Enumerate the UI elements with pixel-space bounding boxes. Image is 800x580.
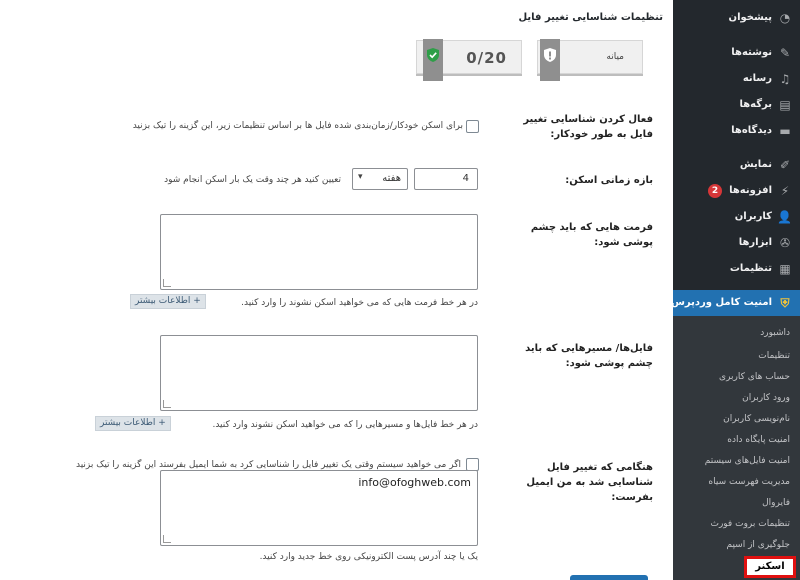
- main-content: تنظیمات شناسایی تغییر فایل 0/20 میانه فع…: [0, 0, 673, 580]
- sidebar-item-media[interactable]: ♫ رسانه: [673, 66, 800, 92]
- ignored-paths-more-button[interactable]: + اطلاعات بیشتر: [95, 416, 171, 431]
- sidebar-item-pages[interactable]: ▤ برگه‌ها: [673, 92, 800, 118]
- plugin-update-count-badge: 2: [708, 184, 722, 198]
- sidebar-item-label: افزونه‌ها: [729, 185, 772, 196]
- email-help: یک یا چند آدرس پست الکترونیکی روی خط جدی…: [259, 552, 478, 562]
- resize-grip-icon[interactable]: [163, 279, 171, 287]
- submenu-item-firewall[interactable]: فایروال: [762, 498, 790, 508]
- ignored-formats-label: فرمت هایی که باید چشم پوشی شود:: [530, 222, 653, 248]
- ignored-formats-textarea[interactable]: [160, 214, 478, 290]
- users-icon: 👤: [777, 210, 792, 224]
- sidebar-item-label: دیدگاه‌ها: [731, 125, 772, 136]
- submenu-item-database[interactable]: امنیت پایگاه داده: [727, 435, 790, 445]
- email-notify-text: اگر می خواهید سیستم وقتی یک تغییر فایل ر…: [75, 460, 461, 470]
- admin-sidebar: ◔ پیشخوان ✎ نوشته‌ها ♫ رسانه ▤ برگه‌ها ▬…: [666, 0, 800, 580]
- sidebar-item-dashboard[interactable]: ◔ پیشخوان: [673, 5, 800, 31]
- submenu-item-dashboard[interactable]: داشبورد: [760, 328, 790, 338]
- resize-grip-icon[interactable]: [163, 535, 171, 543]
- ignored-paths-label: فایل‌ها/ مسیرهایی که باید چشم پوشی شود:: [525, 343, 653, 369]
- sidebar-item-label: رسانه: [742, 73, 772, 84]
- auto-scan-checkbox[interactable]: [466, 120, 479, 133]
- shield-icon: ⛨: [780, 296, 790, 310]
- submenu-item-settings[interactable]: تنظیمات: [758, 351, 790, 361]
- sidebar-item-label: کاربران: [734, 211, 772, 222]
- score-badge: 0/20: [416, 39, 522, 81]
- score-shield: [423, 39, 443, 81]
- page-icon: ▤: [779, 98, 791, 112]
- pin-icon: ✎: [779, 46, 791, 60]
- wrench-icon: ✇: [779, 236, 791, 250]
- sidebar-item-label: برگه‌ها: [739, 99, 772, 110]
- email-textarea[interactable]: info@ofoghweb.com: [160, 470, 478, 546]
- submenu-item-spam[interactable]: جلوگیری از اسپم: [726, 540, 790, 550]
- scan-interval-unit-value: هفته: [382, 173, 401, 184]
- sidebar-item-security[interactable]: ⛨ امنیت کامل وردپرس: [671, 290, 800, 316]
- sidebar-item-label: امنیت کامل وردپرس: [671, 297, 772, 308]
- submenu-item-blacklist[interactable]: مدیریت فهرست سیاه: [708, 477, 790, 487]
- media-icon: ♫: [779, 72, 791, 86]
- sidebar-item-plugins[interactable]: ⚡ افزونه‌ها 2: [673, 178, 800, 204]
- score-value: 0/20: [466, 49, 507, 67]
- dashboard-icon: ◔: [779, 11, 791, 25]
- scan-interval-help: تعیین کنید هر چند وقت یک بار اسکن انجام …: [164, 175, 341, 185]
- submenu-item-login[interactable]: ورود کاربران: [742, 393, 790, 403]
- ignored-paths-textarea[interactable]: [160, 335, 478, 411]
- submenu-item-accounts[interactable]: حساب های کاربری: [719, 372, 790, 382]
- resize-grip-icon[interactable]: [163, 400, 171, 408]
- sidebar-item-tools[interactable]: ✇ ابزارها: [673, 230, 800, 256]
- sidebar-item-label: ابزارها: [738, 237, 772, 248]
- submenu-item-filesystem[interactable]: امنیت فایل‌های سیستم: [705, 456, 790, 466]
- shield-icon: [544, 48, 556, 62]
- shield-check-icon: [427, 48, 439, 62]
- sidebar-item-settings[interactable]: ▦ تنظیمات: [673, 256, 800, 282]
- email-value: info@ofoghweb.com: [358, 476, 471, 489]
- submenu-pointer: [666, 296, 673, 310]
- ignored-formats-help: در هر خط فرمت هایی که می خواهید اسکن نشو…: [241, 298, 478, 308]
- plugin-icon: ⚡: [780, 184, 790, 198]
- sidebar-item-label: تنظیمات: [729, 263, 772, 274]
- email-notify-label: هنگامی که تغییر فایل شناسایی شد به من ای…: [526, 462, 653, 503]
- scan-interval-input[interactable]: 4: [414, 168, 478, 190]
- ignored-formats-more-button[interactable]: + اطلاعات بیشتر: [130, 294, 206, 309]
- brush-icon: ✐: [779, 158, 791, 172]
- submenu-item-scanner[interactable]: اسکنر: [744, 556, 796, 578]
- sidebar-item-label: نمایش: [739, 159, 772, 170]
- comments-icon: ▬: [779, 124, 791, 138]
- sidebar-item-label: نوشته‌ها: [731, 47, 772, 58]
- submenu-item-registration[interactable]: نام‌نویسی کاربران: [723, 414, 790, 424]
- ignored-paths-help: در هر خط فایل‌ها و مسیرهایی را که می خوا…: [212, 420, 478, 430]
- security-submenu: داشبورد تنظیمات حساب های کاربری ورود کار…: [673, 316, 800, 580]
- sidebar-item-comments[interactable]: ▬ دیدگاه‌ها: [673, 118, 800, 144]
- submenu-item-brute-force[interactable]: تنظیمات بروت فورث: [710, 519, 790, 529]
- save-button[interactable]: [570, 575, 648, 580]
- level-label: میانه: [606, 52, 624, 62]
- sidebar-item-users[interactable]: 👤 کاربران: [673, 204, 800, 230]
- chevron-down-icon: ▾: [358, 172, 363, 182]
- level-shield: [540, 39, 560, 81]
- scan-interval-unit-select[interactable]: هفته ▾: [352, 168, 408, 190]
- sidebar-item-label: پیشخوان: [728, 12, 772, 23]
- level-badge: میانه: [537, 39, 643, 81]
- sidebar-item-appearance[interactable]: ✐ نمایش: [673, 152, 800, 178]
- auto-scan-label: فعال کردن شناسایی تغییر فایل به طور خودک…: [523, 114, 653, 140]
- settings-icon: ▦: [779, 262, 791, 276]
- page-title: تنظیمات شناسایی تغییر فایل: [518, 12, 663, 23]
- scan-interval-label: بازه زمانی اسکن:: [565, 175, 653, 186]
- auto-scan-text: برای اسکن خودکار/زمان‌بندی شده فایل ها ب…: [132, 121, 463, 131]
- sidebar-item-posts[interactable]: ✎ نوشته‌ها: [673, 40, 800, 66]
